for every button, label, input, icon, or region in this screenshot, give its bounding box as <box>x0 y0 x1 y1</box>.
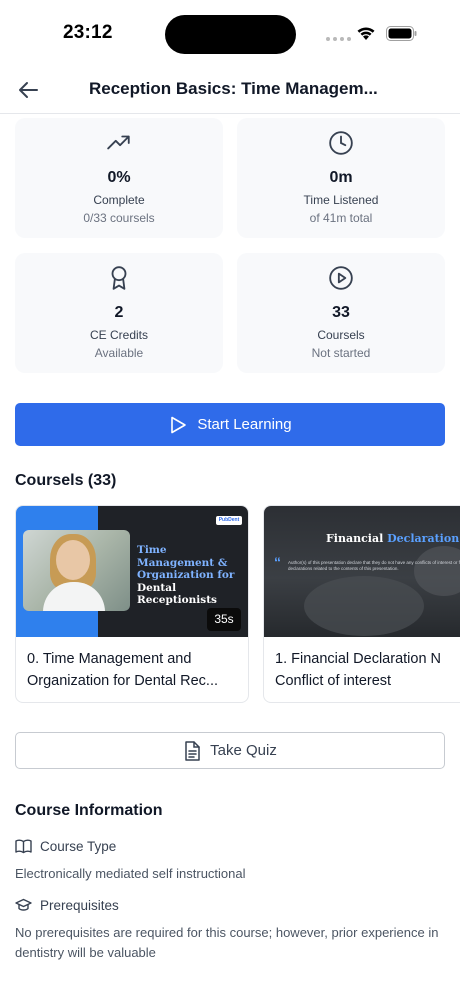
thumbnail-title: Financial Declaration <box>326 532 460 545</box>
arrow-left-icon <box>19 82 38 98</box>
brand-logo: PubDent <box>216 516 242 525</box>
course-thumbnail: PubDent Time Management & Organization f… <box>16 506 248 637</box>
start-learning-button[interactable]: Start Learning <box>15 403 445 446</box>
stat-card-ce-credits: 2 CE Credits Available <box>15 253 223 373</box>
status-time: 23:12 <box>63 22 113 43</box>
prerequisites-row: Prerequisites <box>15 898 119 913</box>
prerequisites-label: Prerequisites <box>40 898 119 913</box>
battery-icon <box>386 26 417 41</box>
thumbnail-text: Author(s) of this presentation declare t… <box>288 560 460 571</box>
stat-value: 2 <box>114 304 124 321</box>
cellular-signal-icon <box>326 37 351 41</box>
stat-sub: of 41m total <box>309 211 373 225</box>
stat-card-time-listened: 0m Time Listened of 41m total <box>237 118 445 238</box>
course-type-value: Electronically mediated self instruction… <box>15 866 246 881</box>
take-quiz-label: Take Quiz <box>210 742 277 759</box>
duration-badge: 35s <box>207 608 241 631</box>
stat-sub: 0/33 coursels <box>83 211 155 225</box>
quote-icon: “ <box>274 554 281 570</box>
course-type-label: Course Type <box>40 839 117 854</box>
course-information-heading: Course Information <box>15 802 163 819</box>
courses-heading: Coursels (33) <box>15 472 117 489</box>
stat-card-complete: 0% Complete 0/33 coursels <box>15 118 223 238</box>
play-circle-icon <box>329 266 353 290</box>
stat-value: 33 <box>332 304 350 321</box>
stat-sub: Not started <box>311 346 371 360</box>
book-open-icon <box>15 839 32 854</box>
stat-label: Time Listened <box>303 193 379 207</box>
stat-label: Complete <box>93 193 145 207</box>
course-card[interactable]: PubDent Time Management & Organization f… <box>15 505 249 703</box>
page-title: Reception Basics: Time Managem... <box>89 79 378 98</box>
stat-label: CE Credits <box>89 328 148 342</box>
clock-icon <box>329 131 353 155</box>
courses-carousel[interactable]: PubDent Time Management & Organization f… <box>15 505 460 705</box>
start-learning-label: Start Learning <box>197 416 292 433</box>
thumbnail-title: Time Management & Organization for Denta… <box>137 544 235 606</box>
stat-card-coursels: 33 Coursels Not started <box>237 253 445 373</box>
graduation-cap-icon <box>15 898 32 911</box>
status-bar: 23:12 <box>0 0 460 70</box>
stat-label: Coursels <box>317 328 365 342</box>
take-quiz-button[interactable]: Take Quiz <box>15 732 445 769</box>
presenter-photo <box>23 530 130 611</box>
top-nav-bar: Reception Basics: Time Managem... <box>0 70 460 114</box>
stat-value: 0m <box>329 169 353 186</box>
document-icon <box>185 740 200 761</box>
wifi-icon <box>357 27 375 40</box>
course-title: 0. Time Management and Organization for … <box>27 651 219 689</box>
stat-value: 0% <box>107 169 131 186</box>
prerequisites-value: No prerequisites are required for this c… <box>15 925 439 960</box>
course-type-row: Course Type <box>15 839 116 854</box>
back-button[interactable] <box>14 76 42 104</box>
play-icon <box>171 416 187 433</box>
course-thumbnail: Financial Declaration “ Author(s) of thi… <box>264 506 460 637</box>
trending-up-icon <box>107 135 130 150</box>
dynamic-island <box>165 15 296 54</box>
course-card[interactable]: Financial Declaration “ Author(s) of thi… <box>263 505 460 703</box>
course-title: 1. Financial Declaration N Conflict of i… <box>275 651 442 689</box>
stat-sub: Available <box>94 346 144 360</box>
award-icon <box>111 266 127 290</box>
